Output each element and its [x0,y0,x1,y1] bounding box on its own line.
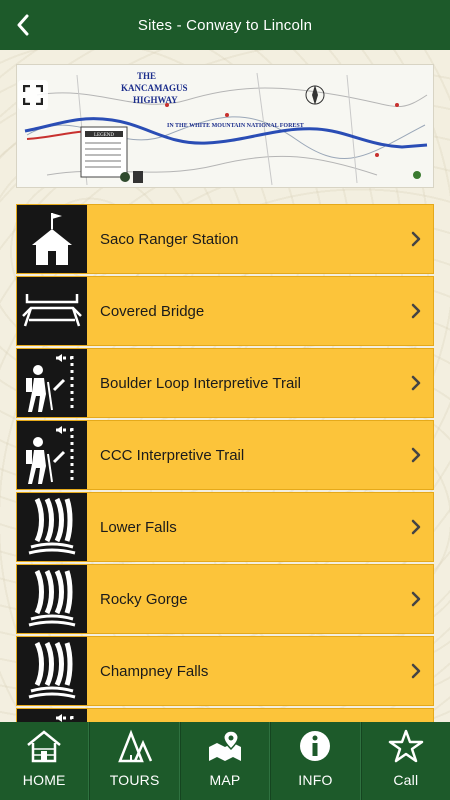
waterfall-icon [28,497,76,555]
chevron-right-icon [411,303,421,319]
home-icon [27,730,61,763]
site-label: Covered Bridge [100,302,205,320]
expand-map-button[interactable] [18,80,48,110]
tab-home[interactable]: HOME [0,722,90,800]
star-icon [388,729,424,763]
header-bar: Sites - Conway to Lincoln [0,0,450,50]
map-subtitle: IN THE WHITE MOUNTAIN NATIONAL FOREST [167,123,304,129]
tab-label: Call [393,772,419,788]
back-button[interactable] [8,10,38,40]
site-label: Lower Falls [100,518,177,536]
tab-label: MAP [209,772,241,788]
tab-map[interactable]: MAP [179,722,271,800]
site-label: CCC Interpretive Trail [100,446,245,464]
info-icon [300,731,331,761]
list-item[interactable]: Champney Falls [16,636,434,706]
tab-label: INFO [298,772,333,788]
map-illustration: LEGEND THE KANCAMAGUS HIGHWAY IN THE WHI… [17,65,433,187]
chevron-right-icon [411,447,421,463]
map-legend-label: LEGEND [94,133,114,138]
list-item[interactable]: CCC Interpretive Trail [16,420,434,490]
chevron-right-icon [411,375,421,391]
ranger-station-icon [32,213,72,265]
tab-tours[interactable]: TOURS [89,722,180,800]
tab-info[interactable]: INFO [270,722,361,800]
bottom-tab-bar: HOME TOURS MAP INFO Call [0,722,450,800]
tab-label: TOURS [109,772,160,788]
chevron-left-icon [17,14,29,36]
map-title-line3: HIGHWAY [133,95,178,105]
chevron-right-icon [411,663,421,679]
page-title: Sites - Conway to Lincoln [137,16,313,34]
site-label: Rocky Gorge [100,590,188,608]
list-item[interactable]: Boulder Loop Interpretive Trail [16,348,434,418]
list-item[interactable]: Lower Falls [16,492,434,562]
tours-icon [117,729,152,763]
map-icon [209,730,242,761]
map-thumbnail[interactable]: LEGEND THE KANCAMAGUS HIGHWAY IN THE WHI… [16,64,434,188]
list-item[interactable]: Covered Bridge [16,276,434,346]
map-title-line1: THE [137,71,156,81]
tab-call[interactable]: Call [360,722,450,800]
site-label: Saco Ranger Station [100,230,239,248]
sites-list: Saco Ranger Station Covered Bridge Bould… [16,204,434,780]
covered-bridge-icon [22,294,82,327]
waterfall-icon [28,641,76,699]
tab-label: HOME [22,772,66,788]
site-label: Champney Falls [100,662,209,680]
chevron-right-icon [411,231,421,247]
list-item[interactable]: Saco Ranger Station [16,204,434,274]
chevron-right-icon [411,591,421,607]
fullscreen-icon [23,85,43,105]
map-title-line2: KANCAMAGUS [121,83,188,93]
waterfall-icon [28,569,76,627]
chevron-right-icon [411,519,421,535]
list-item[interactable]: Rocky Gorge [16,564,434,634]
hiking-trail-icon [26,426,74,484]
site-label: Boulder Loop Interpretive Trail [100,374,301,392]
hiking-trail-icon [26,354,74,412]
